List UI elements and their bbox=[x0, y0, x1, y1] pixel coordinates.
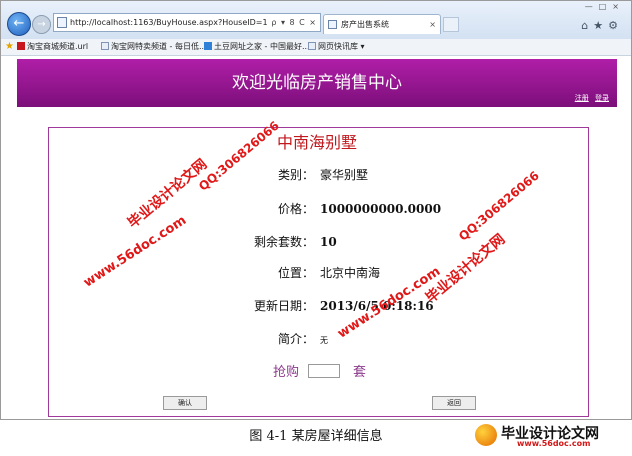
address-tools[interactable]: ρ ▾ 8 C × bbox=[271, 14, 317, 31]
favorite-item-3[interactable]: 土豆网址之家 - 中国最好... bbox=[204, 39, 310, 55]
detail-value: 北京中南海 bbox=[320, 266, 381, 280]
browser-window: ← → http://localhost:1163/BuyHouse.aspx?… bbox=[0, 0, 632, 420]
detail-label: 简介： bbox=[277, 332, 314, 346]
new-tab-button[interactable] bbox=[443, 17, 459, 32]
window-controls[interactable]: —□× bbox=[585, 2, 625, 11]
header-banner: 欢迎光临房产销售中心 注册 登录 bbox=[17, 59, 617, 107]
back-button[interactable]: 返回 bbox=[432, 396, 476, 410]
address-url[interactable]: http://localhost:1163/BuyHouse.aspx?Hous… bbox=[70, 14, 268, 31]
confirm-button[interactable]: 确认 bbox=[163, 396, 207, 410]
buy-label: 抢购 bbox=[273, 365, 300, 380]
detail-row-price: 价格： 1000000000.0000 bbox=[234, 200, 441, 217]
detail-row-intro: 简介： 无 bbox=[234, 330, 328, 347]
detail-value: 无 bbox=[320, 336, 328, 345]
home-star-gear-icons[interactable]: ⌂★⚙ bbox=[581, 19, 623, 32]
forward-arrow-icon[interactable]: → bbox=[32, 15, 51, 34]
detail-row-category: 类别： 豪华别墅 bbox=[234, 166, 368, 183]
buy-quantity-input[interactable] bbox=[308, 364, 340, 378]
site-title: 欢迎光临房产销售中心 bbox=[232, 73, 402, 93]
favorite-item-4[interactable]: 网页快讯库 ▾ bbox=[308, 39, 365, 55]
detail-label: 价格： bbox=[277, 202, 314, 216]
favorites-bar: ★ 淘宝商城频道.url 淘宝网特卖频道 - 每日低... 土豆网址之家 - 中… bbox=[1, 39, 631, 56]
browser-toolbar: ← → http://localhost:1163/BuyHouse.aspx?… bbox=[1, 1, 631, 39]
back-arrow-icon[interactable]: ← bbox=[7, 12, 31, 36]
detail-value: 豪华别墅 bbox=[320, 168, 369, 182]
tab-title: 房产出售系统 bbox=[341, 20, 389, 29]
logo-url: www.56doc.com bbox=[517, 439, 591, 448]
buy-unit: 套 bbox=[353, 365, 367, 380]
close-tab-icon[interactable]: × bbox=[429, 15, 436, 34]
address-bar[interactable]: http://localhost:1163/BuyHouse.aspx?Hous… bbox=[53, 13, 321, 32]
detail-label: 位置： bbox=[277, 266, 314, 280]
detail-row-remaining: 剩余套数： 10 bbox=[234, 233, 337, 250]
page-icon bbox=[308, 42, 316, 50]
login-link[interactable]: 登录 bbox=[595, 94, 609, 102]
page-viewport: 欢迎光临房产销售中心 注册 登录 中南海别墅 类别： 豪华别墅 价格： 100000… bbox=[1, 56, 631, 419]
tudou-icon bbox=[204, 42, 212, 50]
page-icon bbox=[101, 42, 109, 50]
detail-row-location: 位置： 北京中南海 bbox=[234, 264, 380, 281]
house-name: 中南海别墅 bbox=[276, 133, 357, 152]
page-icon bbox=[57, 17, 67, 28]
register-link[interactable]: 注册 bbox=[575, 94, 589, 102]
logo-icon bbox=[475, 424, 497, 446]
tab-page-icon bbox=[328, 20, 337, 29]
favorites-star-icon[interactable]: ★ bbox=[5, 39, 14, 55]
favorite-item-1[interactable]: 淘宝商城频道.url bbox=[17, 39, 88, 55]
favorite-item-2[interactable]: 淘宝网特卖频道 - 每日低... bbox=[101, 39, 207, 55]
detail-value: 10 bbox=[320, 235, 337, 249]
detail-value: 1000000000.0000 bbox=[320, 202, 442, 216]
browser-tab[interactable]: 房产出售系统 × bbox=[323, 14, 441, 34]
detail-label: 更新日期： bbox=[253, 299, 314, 313]
header-links: 注册 登录 bbox=[571, 93, 609, 103]
taobao-icon bbox=[17, 42, 25, 50]
detail-label: 类别： bbox=[277, 168, 314, 182]
site-logo: 毕业设计论文网 www.56doc.com bbox=[475, 423, 627, 449]
detail-label: 剩余套数： bbox=[253, 235, 314, 249]
